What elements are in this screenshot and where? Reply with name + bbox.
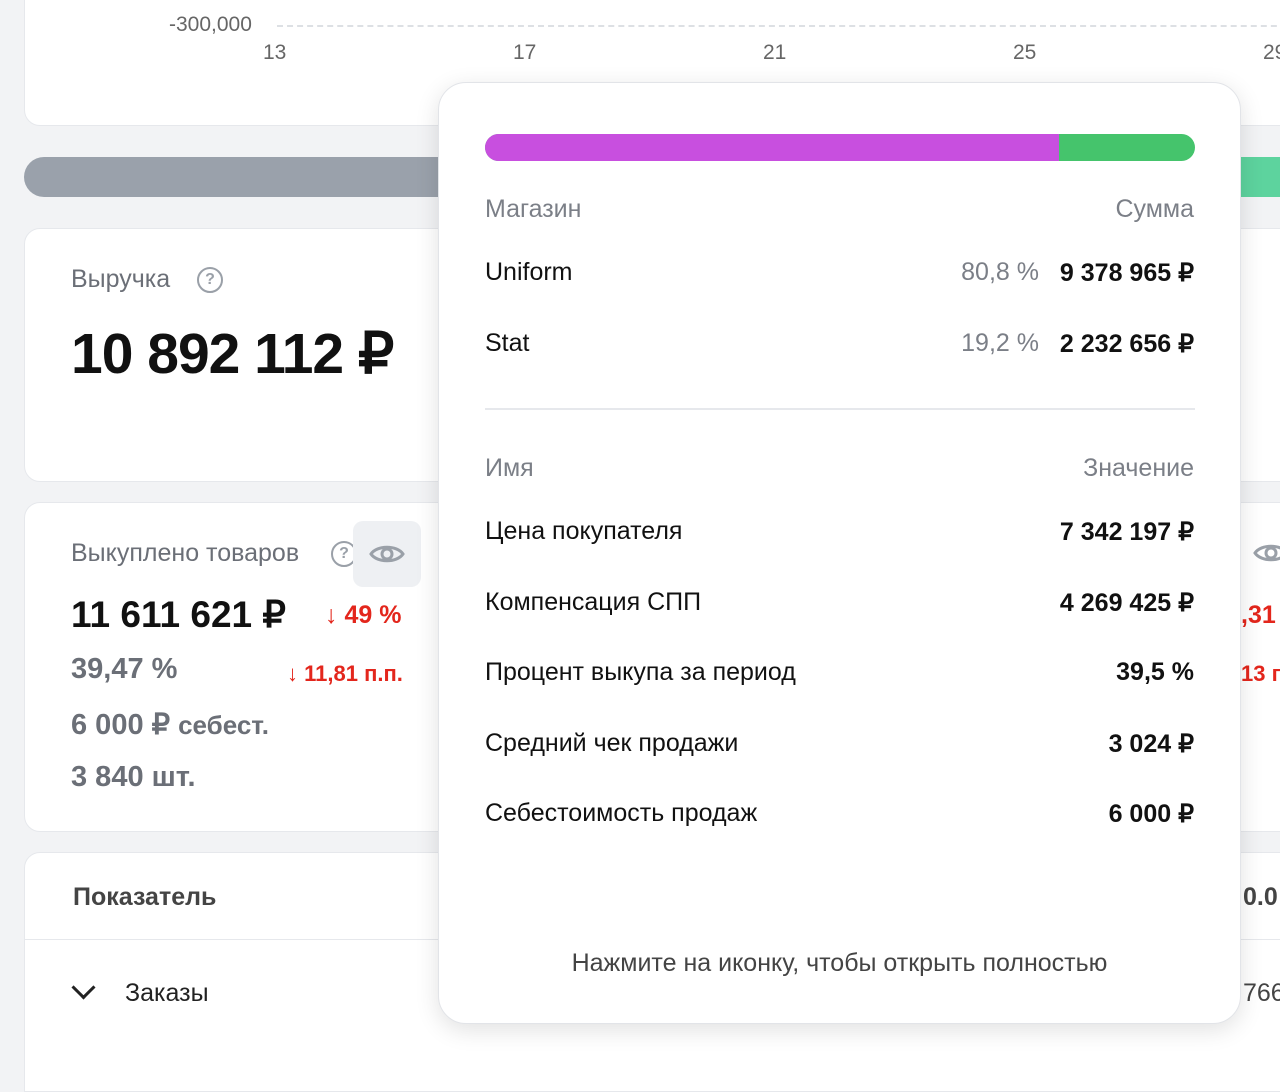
x-axis-tick: 13 [263,41,287,64]
table-cell: 766 [1243,979,1280,1007]
bought-goods-label: Выкуплено товаров [71,539,300,567]
buyout-percent: 39,47 % [71,653,178,685]
buyout-percent-delta: ↓ 11,81 п.п. [287,661,403,686]
stores-header-sum: Сумма [1115,195,1194,223]
revenue-label: Выручка [71,265,171,293]
right-card-pp-delta: 13 п [1241,661,1280,686]
grid-line [277,25,1280,27]
right-card-delta: ,31 [1241,601,1276,629]
y-axis-tick: -300,000 [169,13,252,36]
metric-name: Средний чек продажи [485,729,739,757]
x-axis-tick: 25 [1013,41,1037,64]
help-icon[interactable]: ? [197,267,223,293]
cost-label: себест. [178,710,269,740]
x-axis-tick: 17 [513,41,537,64]
table-header-indicator: Показатель [73,883,217,911]
metrics-header-value: Значение [1083,454,1194,482]
tooltip-hint: Нажмите на иконку, чтобы открыть полност… [571,949,1108,977]
metric-name: Компенсация СПП [485,588,702,616]
store-name: Stat [485,329,530,357]
cost-value: 6 000 ₽ себест. [71,707,269,742]
quantity-value: 3 840 шт. [71,761,196,793]
revenue-value: 10 892 112 ₽ [71,322,394,386]
eye-icon [369,545,405,563]
stores-header-name: Магазин [485,195,582,223]
x-axis-tick: 29 [1263,41,1280,64]
eye-toggle-button[interactable] [353,521,421,587]
eye-icon[interactable] [1253,541,1280,565]
store-sum: 2 232 656 ₽ [1059,330,1194,358]
store-share-bar [485,134,1195,161]
metric-name: Процент выкупа за период [485,658,796,686]
tooltip-divider [485,408,1195,410]
metric-value: 3 024 ₽ [1108,730,1194,758]
metric-name: Цена покупателя [485,517,683,545]
bought-goods-value: 11 611 621 ₽ [71,594,286,635]
metric-value: 7 342 197 ₽ [1059,518,1194,546]
table-header-cell: 0.0 [1243,883,1278,911]
chevron-down-icon[interactable] [71,975,96,1000]
store-breakdown-tooltip: Магазин Сумма Uniform 80,8 % 9 378 965 ₽… [438,82,1241,1024]
store-sum: 9 378 965 ₽ [1059,259,1194,287]
store-share-segment-uniform [485,134,1059,161]
store-percent: 19,2 % [961,329,1039,357]
table-row-orders[interactable]: Заказы [125,979,209,1008]
x-axis-tick: 21 [763,41,787,64]
metric-value: 39,5 % [1116,658,1194,686]
metric-value: 4 269 425 ₽ [1059,589,1194,617]
store-percent: 80,8 % [961,258,1039,286]
cost-amount: 6 000 ₽ [71,709,171,741]
metric-name: Себестоимость продаж [485,799,758,827]
store-name: Uniform [485,258,573,286]
bought-goods-delta: ↓ 49 % [325,601,402,629]
metric-value: 6 000 ₽ [1108,800,1194,828]
metrics-header-name: Имя [485,454,534,482]
